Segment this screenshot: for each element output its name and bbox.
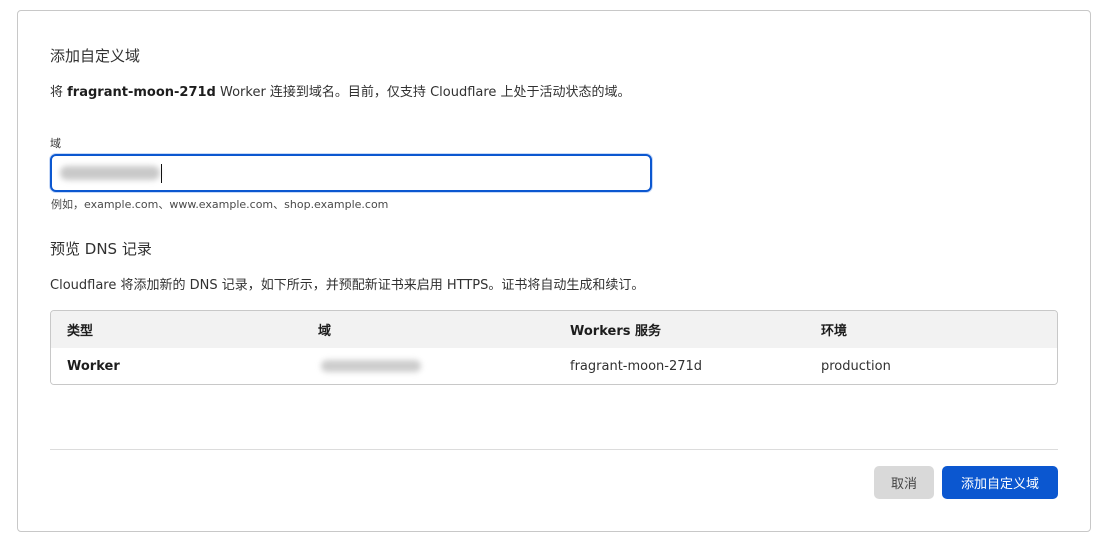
worker-name: fragrant-moon-271d [67, 85, 216, 100]
footer-divider [50, 449, 1058, 450]
table-row: Worker fragrant-moon-271d production [51, 348, 1057, 384]
column-header-type: 类型 [67, 324, 94, 339]
description-suffix: Worker 连接到域名。目前，仅支持 Cloudflare 上处于活动状态的域… [220, 85, 631, 100]
preview-dns-title: 预览 DNS 记录 [50, 240, 152, 258]
domain-input[interactable] [50, 154, 652, 192]
table-header-row: 类型 域 Workers 服务 环境 [51, 311, 1057, 348]
domain-field-label: 域 [50, 137, 61, 150]
column-header-environment: 环境 [821, 324, 848, 339]
row-environment: production [821, 358, 891, 374]
row-service: fragrant-moon-271d [570, 358, 703, 374]
dns-preview-table: 类型 域 Workers 服务 环境 Worker fragrant-moon-… [50, 310, 1058, 385]
cancel-button[interactable]: 取消 [874, 466, 934, 499]
column-header-domain: 域 [318, 324, 332, 339]
text-caret [161, 164, 162, 183]
description-prefix: 将 [50, 85, 64, 100]
dialog-description: 将 fragrant-moon-271d Worker 连接到域名。目前，仅支持… [50, 81, 631, 100]
row-type: Worker [67, 358, 120, 374]
preview-dns-description: Cloudflare 将添加新的 DNS 记录，如下所示，并预配新证书来启用 H… [50, 278, 645, 293]
domain-field-hint: 例如，example.com、www.example.com、shop.exam… [51, 198, 389, 211]
add-custom-domain-button[interactable]: 添加自定义域 [942, 466, 1058, 499]
redacted-row-domain [321, 360, 421, 372]
redacted-domain-value [60, 166, 160, 180]
column-header-service: Workers 服务 [570, 324, 662, 339]
dialog-title: 添加自定义域 [50, 47, 141, 65]
custom-domain-card: 添加自定义域 将 fragrant-moon-271d Worker 连接到域名… [17, 10, 1091, 532]
